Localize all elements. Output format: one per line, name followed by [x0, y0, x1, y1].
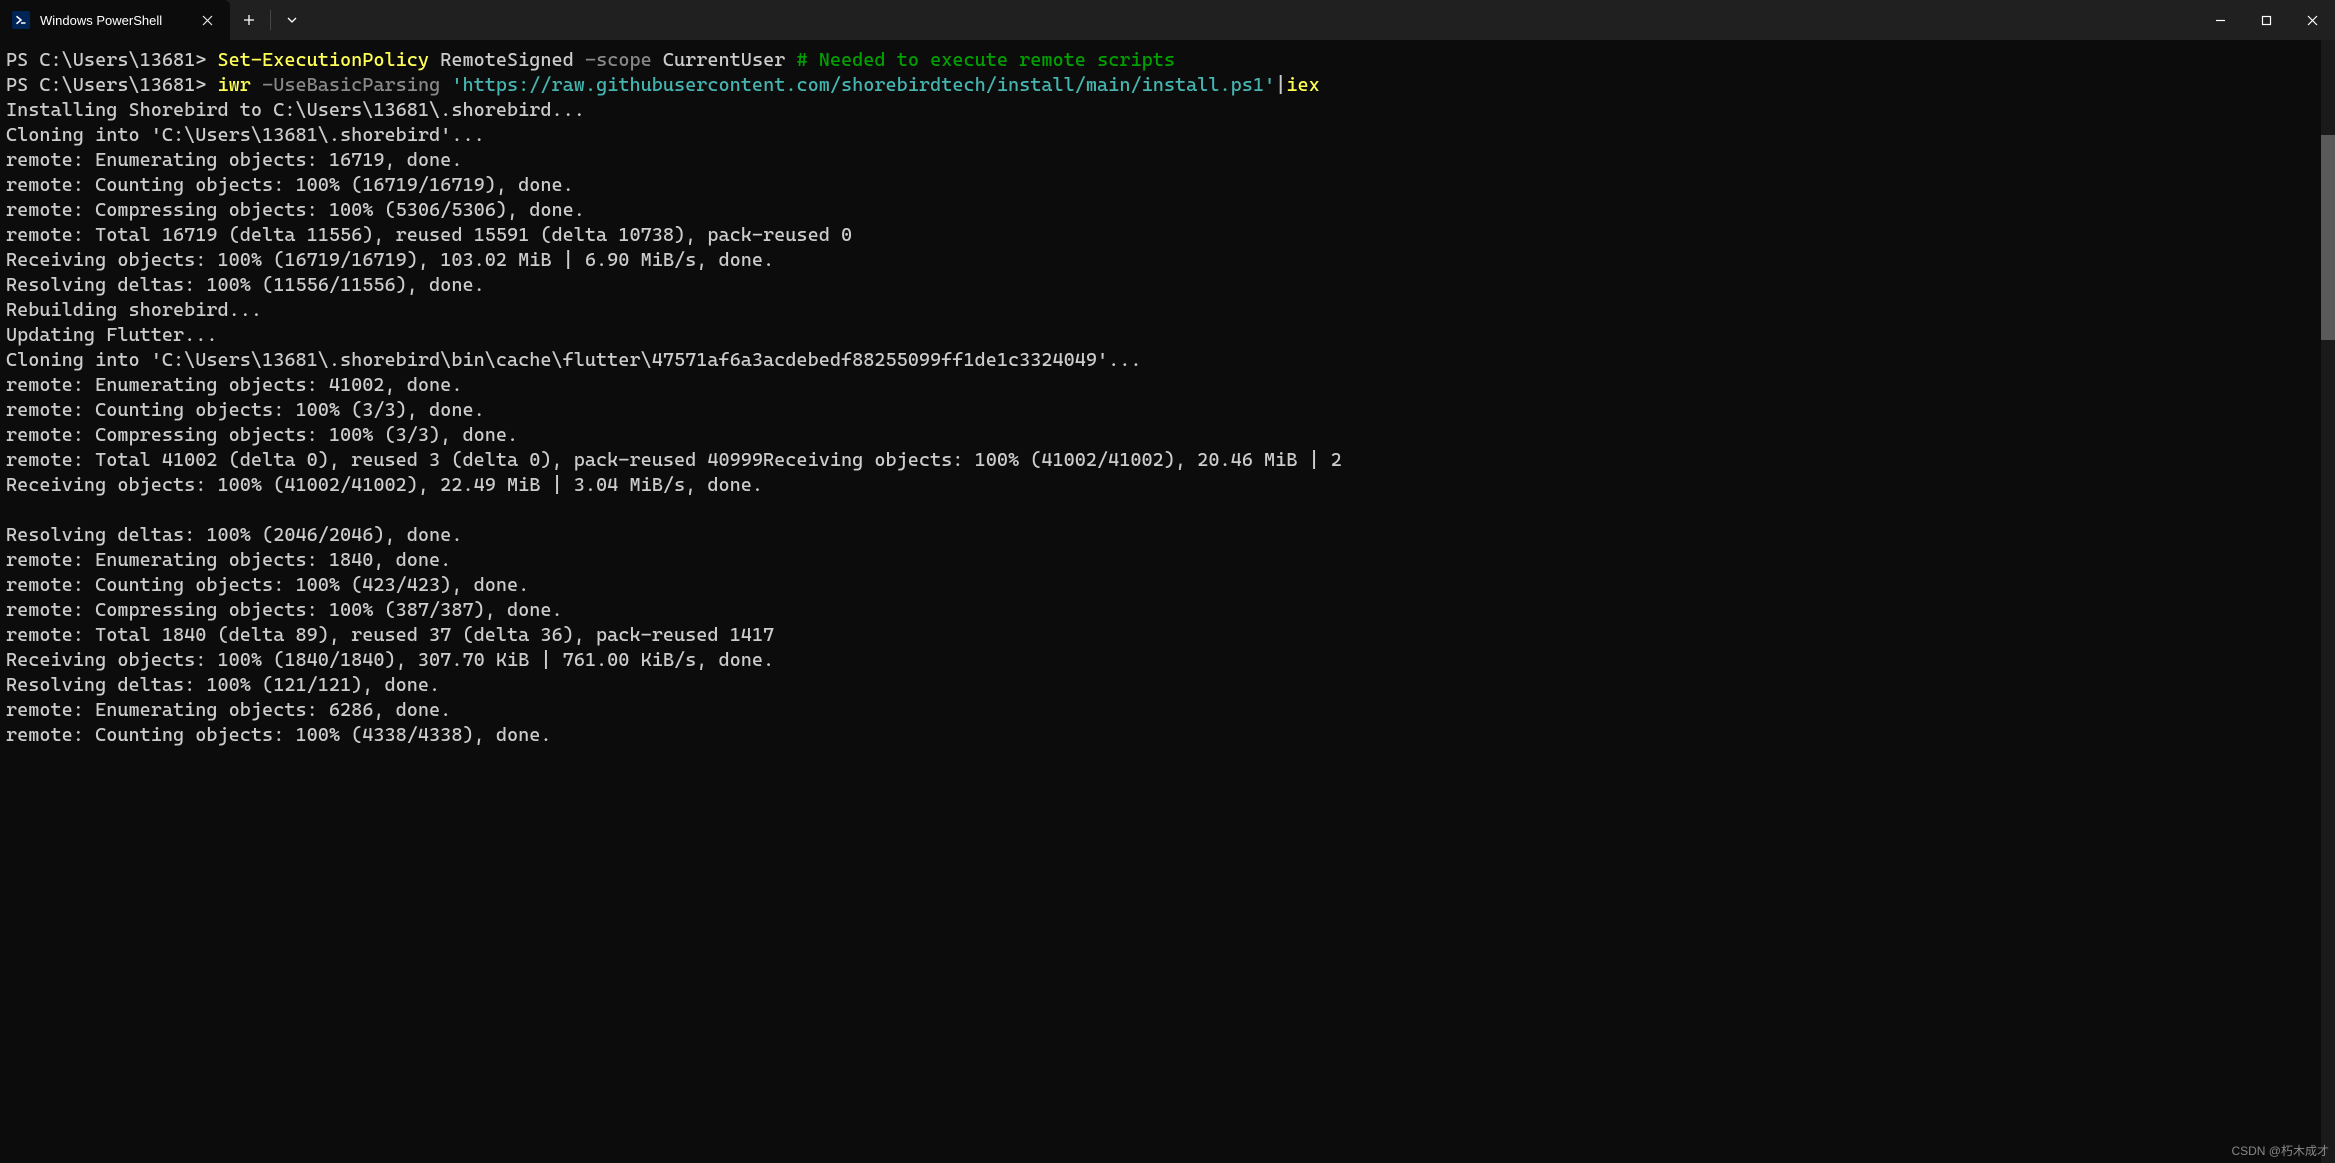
powershell-icon [12, 11, 30, 29]
window-controls [2197, 0, 2335, 40]
tab-dropdown-button[interactable] [273, 0, 311, 40]
watermark-text: CSDN @朽木成才 [2231, 1142, 2329, 1159]
terminal-output[interactable]: PS C:\Users\13681> Set-ExecutionPolicy R… [0, 40, 2335, 1163]
titlebar: Windows PowerShell [0, 0, 2335, 40]
scrollbar-track[interactable] [2321, 40, 2335, 1163]
maximize-button[interactable] [2243, 0, 2289, 40]
scrollbar-thumb[interactable] [2321, 135, 2335, 340]
minimize-button[interactable] [2197, 0, 2243, 40]
terminal-area: PS C:\Users\13681> Set-ExecutionPolicy R… [0, 40, 2335, 1163]
tab-title: Windows PowerShell [40, 13, 188, 28]
close-tab-icon[interactable] [198, 11, 216, 29]
new-tab-button[interactable] [230, 0, 268, 40]
terminal-window: Windows PowerShell [0, 0, 2335, 1163]
tabbar-actions [230, 0, 311, 40]
tab-powershell[interactable]: Windows PowerShell [0, 0, 230, 40]
titlebar-drag-area[interactable] [311, 0, 2197, 40]
close-window-button[interactable] [2289, 0, 2335, 40]
separator [270, 10, 271, 30]
